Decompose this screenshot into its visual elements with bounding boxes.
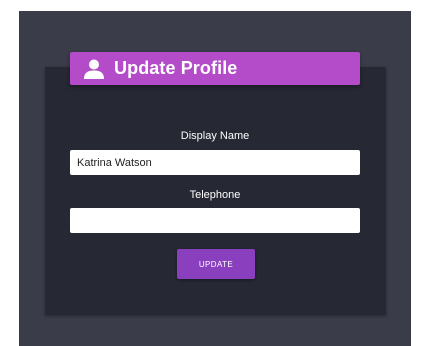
display-name-label: Display Name — [180, 130, 250, 142]
card-header: Update Profile — [70, 52, 360, 85]
update-button[interactable]: UPDATE — [177, 249, 255, 279]
display-name-input[interactable] — [70, 150, 360, 175]
telephone-input[interactable] — [70, 208, 360, 233]
telephone-label: Telephone — [189, 189, 241, 201]
user-icon — [81, 57, 107, 81]
page-title: Update Profile — [114, 58, 238, 78]
